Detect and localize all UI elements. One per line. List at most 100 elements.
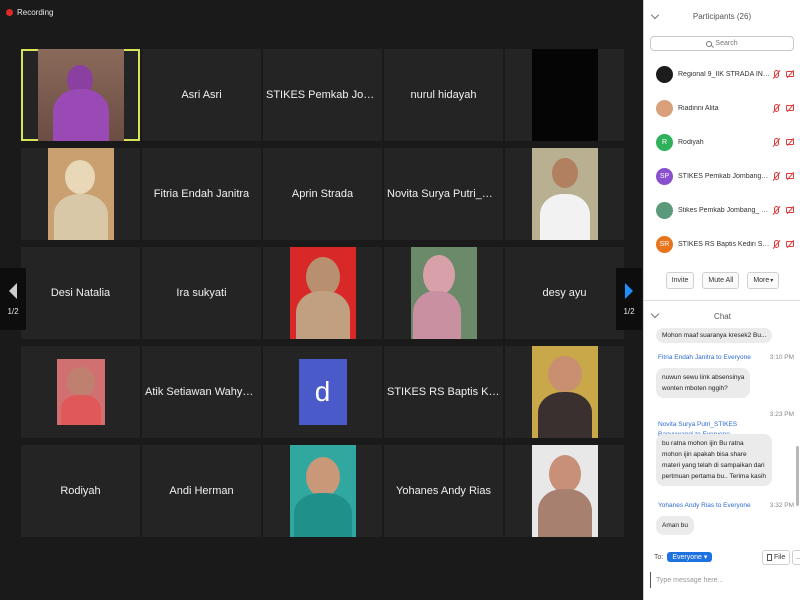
recipient-value: Everyone bbox=[672, 554, 702, 561]
mic-muted-icon bbox=[774, 172, 779, 180]
avatar bbox=[656, 65, 673, 83]
video-tile[interactable]: Rodiyah bbox=[21, 445, 140, 537]
participant-row[interactable]: SR STIKES RS Baptis Kediri Srin... bbox=[644, 227, 800, 261]
chevron-down-icon: ▾ bbox=[770, 278, 774, 284]
video-tile[interactable]: d bbox=[263, 346, 382, 438]
mute-all-button[interactable]: Mute All bbox=[702, 272, 740, 289]
video-tile[interactable]: Andi Herman bbox=[142, 445, 261, 537]
participant-list: Regional 9_IIK STRADA INDO... Riadinni A… bbox=[644, 57, 800, 261]
previous-page-button[interactable]: 1/2 bbox=[0, 268, 26, 330]
chat-input-placeholder: Type message here... bbox=[656, 576, 724, 584]
participants-header: Participants (26) bbox=[644, 0, 800, 32]
collapse-chevron-icon[interactable] bbox=[650, 10, 660, 20]
participant-list-name: Regional 9_IIK STRADA INDO... bbox=[678, 70, 770, 78]
camera-off-icon bbox=[786, 105, 794, 111]
more-button[interactable]: More ▾ bbox=[747, 272, 780, 289]
camera-off-icon bbox=[786, 139, 794, 145]
chat-messages[interactable]: Mohon maaf suaranya kresek2 Bu... Fitria… bbox=[644, 326, 800, 546]
chat-time: 3:32 PM bbox=[769, 502, 794, 509]
video-tile[interactable]: Desi Natalia bbox=[21, 247, 140, 339]
video-tile-active-speaker[interactable] bbox=[21, 49, 140, 141]
zoom-meeting-window: Recording Asri Asri STIKES Pemkab Jomba.… bbox=[0, 0, 800, 600]
participant-name: desy ayu bbox=[542, 287, 587, 299]
video-tile[interactable] bbox=[21, 148, 140, 240]
video-tile[interactable]: STIKES Pemkab Jomba... bbox=[263, 49, 382, 141]
file-button[interactable]: File bbox=[762, 550, 791, 565]
mic-muted-icon bbox=[774, 104, 779, 112]
participant-name: Andi Herman bbox=[169, 485, 234, 497]
chat-message-input[interactable]: Type message here... bbox=[650, 572, 795, 588]
video-tile[interactable]: Fitria Endah Janitra bbox=[142, 148, 261, 240]
participant-list-name: Riadinni Alita bbox=[678, 104, 719, 112]
camera-off-icon bbox=[786, 241, 794, 247]
recipient-select[interactable]: Everyone ▾ bbox=[667, 552, 713, 562]
avatar: R bbox=[656, 133, 673, 151]
participant-list-name: STIKES Pemkab Jombang -... bbox=[678, 172, 770, 180]
participants-search-input[interactable]: Search bbox=[650, 36, 794, 51]
chat-message: bu ratna mohon ijin Bu ratna mohon ijin … bbox=[656, 434, 772, 486]
video-tile[interactable]: STIKES RS Baptis Kedir... bbox=[384, 346, 503, 438]
panel-divider bbox=[644, 300, 800, 301]
video-tile[interactable]: Asri Asri bbox=[142, 49, 261, 141]
invite-button[interactable]: Invite bbox=[665, 272, 695, 289]
chat-scrollbar[interactable] bbox=[796, 446, 799, 506]
chat-header: Chat bbox=[644, 306, 800, 326]
to-label: To: bbox=[654, 553, 664, 561]
chat-message: Mohon maaf suaranya kresek2 Bu... bbox=[656, 328, 773, 343]
avatar: SP bbox=[656, 167, 673, 185]
chevron-left-icon bbox=[9, 282, 17, 299]
participant-name: Aprin Strada bbox=[291, 188, 354, 200]
chat-message-header: Fitria Endah Janitra to Everyone 3:10 PM bbox=[658, 354, 794, 361]
participant-name: Novita Surya Putri_STIK... bbox=[387, 188, 500, 200]
mic-muted-icon bbox=[774, 70, 779, 78]
avatar bbox=[656, 99, 673, 117]
video-tile[interactable]: Novita Surya Putri_STIK... bbox=[384, 148, 503, 240]
side-panel: Participants (26) Search Regional 9_IIK … bbox=[643, 0, 800, 600]
participant-row[interactable]: Regional 9_IIK STRADA INDO... bbox=[644, 57, 800, 91]
chat-more-button[interactable]: ... bbox=[792, 550, 800, 565]
video-tile[interactable] bbox=[505, 49, 624, 141]
video-tile[interactable] bbox=[21, 346, 140, 438]
avatar bbox=[656, 201, 673, 219]
collapse-chevron-icon[interactable] bbox=[650, 309, 660, 319]
video-tile[interactable] bbox=[505, 148, 624, 240]
video-tile[interactable]: Atik Setiawan Wahyuni... bbox=[142, 346, 261, 438]
video-tile[interactable]: nurul hidayah bbox=[384, 49, 503, 141]
video-tile[interactable]: Ira sukyati bbox=[142, 247, 261, 339]
page-indicator: 1/2 bbox=[623, 306, 635, 316]
recording-label: Recording bbox=[17, 8, 54, 17]
next-page-button[interactable]: 1/2 bbox=[616, 268, 642, 330]
camera-off-icon bbox=[786, 71, 794, 77]
participant-name: Atik Setiawan Wahyuni... bbox=[145, 386, 258, 398]
recording-indicator[interactable]: Recording bbox=[6, 8, 53, 17]
participant-video bbox=[531, 445, 598, 537]
chevron-down-icon: ▾ bbox=[703, 554, 708, 561]
chat-time: 3:23 PM bbox=[769, 411, 794, 418]
video-tile[interactable] bbox=[263, 247, 382, 339]
participant-name: nurul hidayah bbox=[410, 89, 477, 101]
participant-video bbox=[531, 346, 598, 438]
participant-row[interactable]: R Rodiyah bbox=[644, 125, 800, 159]
avatar: SR bbox=[656, 235, 673, 253]
video-tile[interactable] bbox=[505, 346, 624, 438]
video-tile[interactable]: desy ayu bbox=[505, 247, 624, 339]
file-icon bbox=[767, 554, 772, 561]
participant-actions: Invite Mute All More ▾ bbox=[644, 272, 800, 289]
participant-row[interactable]: SP STIKES Pemkab Jombang -... bbox=[644, 159, 800, 193]
more-label: More bbox=[753, 277, 770, 284]
recording-dot-icon bbox=[6, 9, 13, 16]
video-tile[interactable]: Yohanes Andy Rias bbox=[384, 445, 503, 537]
video-tile[interactable] bbox=[505, 445, 624, 537]
video-tile[interactable] bbox=[384, 247, 503, 339]
gallery-view: Recording Asri Asri STIKES Pemkab Jomba.… bbox=[0, 0, 643, 600]
chat-title: Chat bbox=[714, 311, 731, 321]
video-tile[interactable]: Aprin Strada bbox=[263, 148, 382, 240]
search-icon bbox=[706, 40, 713, 47]
chat-message-header: Yohanes Andy Rias to Everyone 3:32 PM bbox=[658, 502, 794, 509]
video-tile[interactable] bbox=[263, 445, 382, 537]
participant-row[interactable]: Riadinni Alita bbox=[644, 91, 800, 125]
participant-row[interactable]: Stikes Pemkab Jombang_ Si... bbox=[644, 193, 800, 227]
participant-video bbox=[531, 148, 598, 240]
camera-off-icon bbox=[786, 207, 794, 213]
participant-list-name: STIKES RS Baptis Kediri Srin... bbox=[678, 240, 770, 248]
